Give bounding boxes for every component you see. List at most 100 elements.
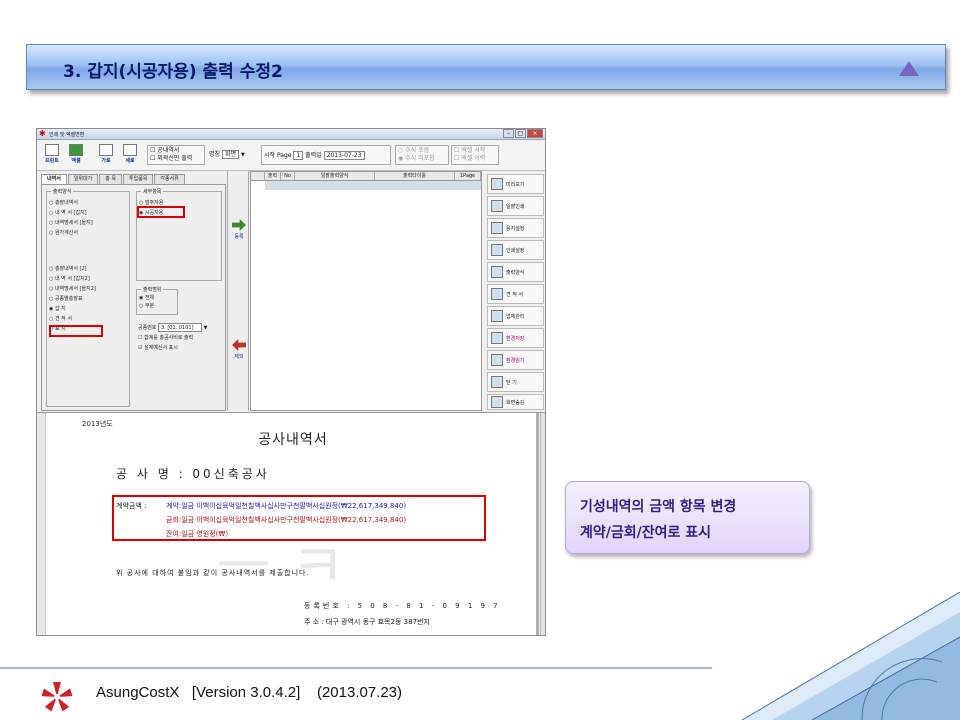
callout-box: 기성내역의 금액 항목 변경 계약/금회/잔여로 표시 (565, 481, 810, 554)
radio-output-gapji[interactable]: ◉ 갑 지 (49, 304, 127, 314)
portrait-icon (123, 144, 137, 156)
radio-output-7[interactable]: ○ 내역명세서 [을지2] (49, 284, 127, 294)
radio-range-all[interactable]: ◉ 전체 (139, 294, 175, 302)
tab-ilwidaega[interactable]: 일위대가 (67, 174, 99, 184)
process-no-row: 공종번호 3. [01. 0101] ▼ (138, 323, 208, 332)
options-panel: 출력양식 ○ 총괄내역서 ○ 내 역 서 [갑지] ○ 내역명세서 [을지] ○… (41, 184, 226, 411)
estimate-button[interactable]: 견 적 서 (487, 284, 544, 304)
grid-header: 출력 No 일괄출력양식 출력타이틀 1Page (251, 172, 481, 181)
output-list-grid[interactable]: 출력 No 일괄출력양식 출력타이틀 1Page (250, 171, 482, 411)
tab-chongmok[interactable]: 총 목 (99, 174, 123, 184)
doc-title: 공사내역서 (258, 432, 328, 448)
tab-bar: 내역서 일위대가 총 목 투입품목 각종서류 (41, 174, 186, 184)
maximize-button[interactable]: □ (515, 129, 526, 138)
preview-scrollbar[interactable] (540, 413, 545, 635)
doc-year: 2013년도 (82, 420, 113, 428)
process-no-select[interactable]: 3. [01. 0101] (158, 323, 202, 332)
doc-statement: 위 공사에 대하여 붙임과 같이 공사내역서를 제출합니다. (116, 569, 310, 577)
right-button-panel: 미리보기 일괄인쇄 용지설정 인쇄설정 출력양식 견 적 서 업체관리 환경저장… (485, 171, 545, 411)
ruler-icon (491, 222, 503, 234)
detail-items-fieldset: 세부항목 ○ 발주자용 ◉ 시공자용 (136, 188, 222, 281)
page-name-group: 명칭 화면 ▼ (209, 150, 245, 159)
start-page-input[interactable]: 1 (293, 151, 304, 160)
slide-title-bar: 3. 갑지(시공자용) 출력 수정2 (26, 44, 946, 90)
chk-gongnae[interactable]: ☐ 공내역서 (150, 147, 202, 155)
hide-icon (491, 396, 503, 408)
callout-line-1: 기성내역의 금액 항목 변경 (580, 499, 737, 515)
printer-icon (491, 244, 503, 256)
hide-screen-button[interactable]: 화면숨김 (487, 394, 544, 410)
load-env-button[interactable]: 환경읽기 (487, 350, 544, 370)
grid-row-selected[interactable] (265, 181, 481, 190)
chk-excel-start[interactable]: ☐ 엑셀 시작 (454, 147, 496, 155)
radio-range-part[interactable]: ○ 부분 (139, 302, 175, 310)
output-form-button[interactable]: 출력양식 (487, 262, 544, 282)
remove-button[interactable]: 제외 (231, 339, 247, 360)
toolbar: 프린트 엑셀 가로 세로 ☐ 공내역서 ☐ 외곽선만 출력 명칭 화면 ▼ 시작… (37, 141, 545, 171)
form-icon (491, 266, 503, 278)
doc-address: 주 소 : 대구 광역시 동구 효목2동 387번지 (304, 618, 430, 626)
page-name-select[interactable]: 화면 (221, 150, 240, 159)
chk-design-budget[interactable]: ☑ 설계예산서 표시 (138, 343, 178, 353)
landscape-icon (99, 144, 113, 156)
ruler-triangle-decoration (741, 592, 960, 720)
building-icon (491, 310, 503, 322)
radio-output-10[interactable]: ○ 견 적 서 (49, 314, 127, 324)
formula-group: ○ 수식 포함 ◉ 수식 미포함 (395, 145, 449, 165)
callout-line-2: 계약/금회/잔여로 표시 (580, 525, 712, 541)
excel-button[interactable]: 엑셀 (65, 143, 87, 169)
triangle-up-icon[interactable] (899, 61, 919, 76)
tab-tuipitem[interactable]: 투입품목 (123, 174, 154, 184)
doc-project: 공 사 명 : 00신축공사 (116, 467, 270, 481)
document-icon (491, 200, 503, 212)
close-button[interactable]: ✕ (527, 129, 543, 138)
radio-output-3[interactable]: ○ 내역명세서 [을지] (49, 218, 127, 228)
preview-button[interactable]: 미리보기 (487, 174, 544, 194)
sheet-icon (491, 288, 503, 300)
chk-sum-total[interactable]: ☐ 합계를 총공사비로 출력 (138, 333, 193, 343)
chk-excel-history[interactable]: ☐ 엑셀 이력 (454, 155, 496, 163)
portrait-button[interactable]: 세로 (119, 143, 141, 169)
app-screenshot: ✱ 인쇄 및 엑셀변환 – □ ✕ 프린트 엑셀 가로 세로 ☐ 공내역서 ☐ … (36, 128, 546, 636)
magnifier-icon (491, 178, 503, 190)
paper-setup-button[interactable]: 용지설정 (487, 218, 544, 238)
chk-outline[interactable]: ☐ 외곽선만 출력 (150, 155, 202, 163)
landscape-button[interactable]: 가로 (95, 143, 117, 169)
radio-output-4[interactable]: ○ 원가계산서 (49, 228, 127, 238)
radio-output-1[interactable]: ○ 총괄내역서 (49, 198, 127, 208)
print-button[interactable]: 프린트 (41, 143, 63, 169)
print-setup-button[interactable]: 인쇄설정 (487, 240, 544, 260)
arrow-left-icon (232, 339, 246, 351)
mid-panel: 등록 제외 (227, 171, 249, 411)
batch-print-button[interactable]: 일괄인쇄 (487, 196, 544, 216)
tab-documents[interactable]: 각종서류 (154, 174, 185, 184)
highlight-amounts (112, 495, 486, 541)
company-manage-button[interactable]: 업체관리 (487, 306, 544, 326)
arrow-right-icon (232, 219, 246, 231)
footer-version: AsungCostX [Version 3.0.4.2] (2013.07.23… (96, 684, 403, 701)
slide-title: 3. 갑지(시공자용) 출력 수정2 (63, 62, 283, 82)
asung-logo-icon (41, 682, 73, 712)
tab-naeyeokseo[interactable]: 내역서 (41, 174, 67, 184)
radio-output-2[interactable]: ○ 내 역 서 [갑지] (49, 208, 127, 218)
minimize-button[interactable]: – (503, 129, 514, 138)
exit-door-icon (491, 376, 503, 388)
app-logo-icon: ✱ (39, 129, 46, 138)
excel-options-group: ☐ 엑셀 시작 ☐ 엑셀 이력 (451, 145, 499, 165)
add-button[interactable]: 등록 (231, 219, 247, 240)
radio-formula-exclude[interactable]: ◉ 수식 미포함 (398, 155, 446, 163)
radio-output-5[interactable]: ○ 총괄내역서 [2] (49, 264, 127, 274)
footer-divider (0, 667, 712, 669)
radio-formula-include[interactable]: ○ 수식 포함 (398, 147, 446, 155)
radio-output-6[interactable]: ○ 내 역 서 [갑지2] (49, 274, 127, 284)
gear-save-icon (491, 332, 503, 344)
date-group: 시작 Page 1 출력일 2013-07-23 (261, 145, 391, 165)
radio-output-8[interactable]: ○ 공종별총괄표 (49, 294, 127, 304)
excel-icon (69, 144, 83, 156)
print-date-input[interactable]: 2013-07-23 (323, 151, 365, 160)
save-env-button[interactable]: 환경저장 (487, 328, 544, 348)
close-dialog-button[interactable]: 닫 기 (487, 372, 544, 392)
highlight-gapji (49, 325, 103, 337)
printer-icon (45, 144, 59, 156)
window-title: 인쇄 및 엑셀변환 (49, 132, 85, 138)
